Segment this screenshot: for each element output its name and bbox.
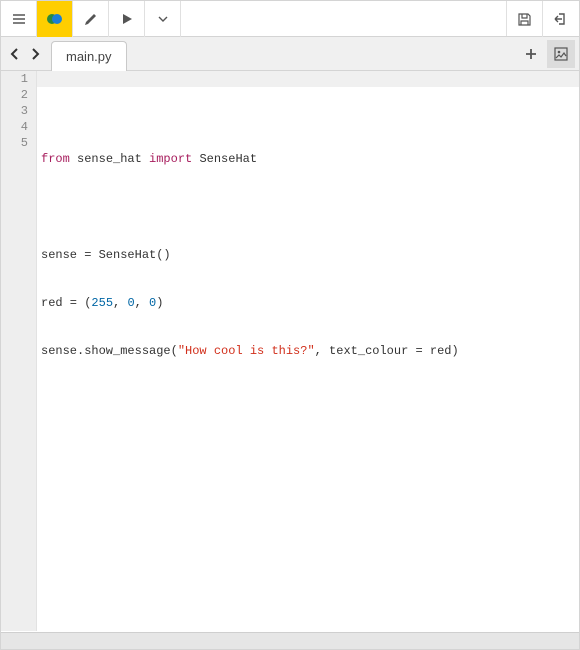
code-line: red = (255, 0, 0)	[41, 295, 579, 311]
pencil-icon	[83, 12, 98, 27]
code-token: sense_hat	[70, 152, 149, 166]
code-token: ,	[113, 296, 127, 310]
logout-button[interactable]	[543, 1, 579, 37]
code-area[interactable]: from sense_hat import SenseHat sense = S…	[37, 71, 579, 631]
line-number: 3	[1, 103, 28, 119]
line-number: 1	[1, 71, 28, 87]
run-dropdown-button[interactable]	[145, 1, 181, 37]
image-icon	[553, 46, 569, 62]
save-button[interactable]	[507, 1, 543, 37]
tab-prev-button[interactable]	[5, 40, 25, 68]
chevron-down-icon	[158, 14, 168, 24]
code-token: import	[149, 152, 192, 166]
toolbar-spacer	[181, 1, 507, 36]
status-bar	[1, 632, 579, 649]
code-token: 0	[127, 296, 134, 310]
code-token: red = (	[41, 296, 91, 310]
code-token: ,	[135, 296, 149, 310]
code-line: sense.show_message("How cool is this?", …	[41, 343, 579, 359]
code-token: 255	[91, 296, 113, 310]
line-number: 5	[1, 135, 28, 151]
chevron-right-icon	[29, 47, 41, 61]
image-panel-button[interactable]	[547, 40, 575, 68]
line-gutter: 1 2 3 4 5	[1, 71, 37, 631]
hamburger-icon	[11, 11, 27, 27]
active-line-highlight	[37, 71, 579, 87]
top-toolbar	[1, 1, 579, 37]
edit-button[interactable]	[73, 1, 109, 37]
code-token: )	[156, 296, 163, 310]
line-number: 2	[1, 87, 28, 103]
new-tab-button[interactable]	[517, 40, 545, 68]
chevron-left-icon	[9, 47, 21, 61]
code-token: "How cool is this?"	[178, 344, 315, 358]
keys-icon	[45, 9, 65, 29]
code-lines: from sense_hat import SenseHat sense = S…	[41, 119, 579, 391]
menu-button[interactable]	[1, 1, 37, 37]
code-line	[41, 199, 579, 215]
code-line: sense = SenseHat()	[41, 247, 579, 263]
code-token: , text_colour = red)	[315, 344, 459, 358]
project-button[interactable]	[37, 1, 73, 37]
tab-next-button[interactable]	[25, 40, 45, 68]
file-tab[interactable]: main.py	[51, 41, 127, 71]
code-token: from	[41, 152, 70, 166]
run-button[interactable]	[109, 1, 145, 37]
code-token: sense.show_message(	[41, 344, 178, 358]
save-icon	[517, 12, 532, 27]
code-line: from sense_hat import SenseHat	[41, 151, 579, 167]
play-icon	[120, 12, 134, 26]
file-tab-label: main.py	[66, 49, 112, 64]
tabbar: main.py	[1, 37, 579, 71]
code-editor[interactable]: 1 2 3 4 5 from sense_hat import SenseHat…	[1, 71, 579, 631]
plus-icon	[524, 47, 538, 61]
logout-icon	[553, 11, 569, 27]
code-token: SenseHat	[192, 152, 257, 166]
line-number: 4	[1, 119, 28, 135]
